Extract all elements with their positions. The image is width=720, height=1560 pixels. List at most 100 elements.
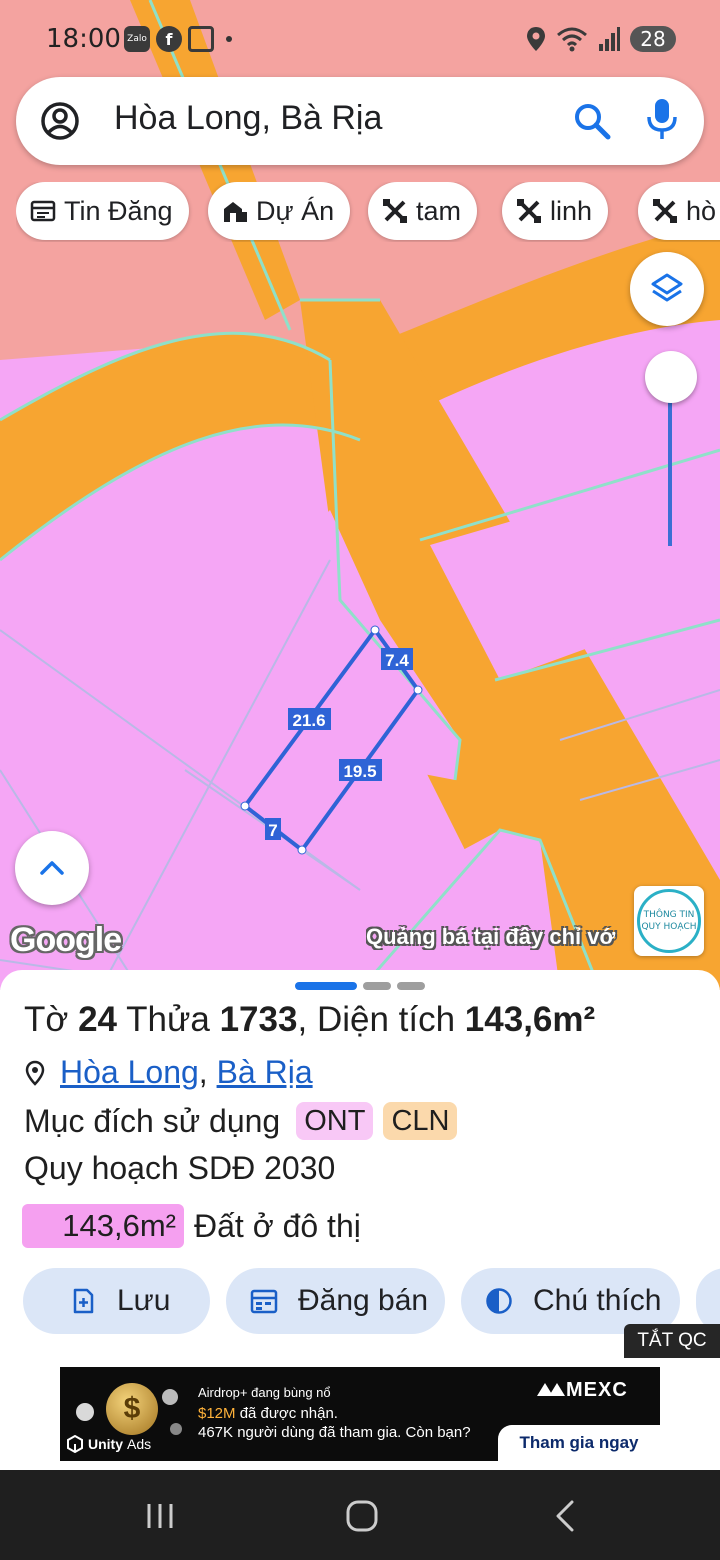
microphone-icon[interactable] <box>644 97 680 141</box>
pager-dot-active[interactable] <box>295 982 357 990</box>
chip-linh[interactable]: linh <box>502 182 609 240</box>
ad-headline: Airdrop+ đang bùng nổ <box>198 1385 331 1400</box>
svg-text:19.5: 19.5 <box>343 762 376 781</box>
unity-icon <box>67 1435 83 1453</box>
zoom-slider-track[interactable] <box>668 378 672 546</box>
chip-label: linh <box>550 195 593 226</box>
ad-highlight: $12M <box>198 1405 236 1422</box>
dimension-label-left: 21.6 <box>288 708 331 730</box>
badge-line1: THÔNG TIN <box>643 910 695 920</box>
location-icon <box>527 27 545 51</box>
bookmark-add-icon <box>73 1288 94 1314</box>
chevron-up-icon <box>40 861 64 875</box>
coin-icon: $ <box>106 1383 158 1435</box>
map-view[interactable]: 7.4 21.6 19.5 7 18:00 Zalo f 28 Hòa Long… <box>0 0 720 990</box>
home-button[interactable] <box>342 1498 382 1534</box>
notification-icons: Zalo f <box>124 26 232 52</box>
project-icon <box>224 202 247 222</box>
chip-du-an[interactable]: Dự Án <box>208 182 351 240</box>
sheet-label: Tờ <box>24 1000 69 1039</box>
planning-area-row: 143,6m² Đất ở đô thị <box>22 1204 361 1248</box>
plot-label: Thửa <box>126 1000 210 1039</box>
chip-tam[interactable]: tam <box>368 182 478 240</box>
expand-sheet-button[interactable] <box>15 831 89 905</box>
save-label: Lưu <box>117 1284 171 1317</box>
ad-banner[interactable]: $ Unity Ads Airdrop+ đang bùng nổ $12M đ… <box>60 1367 660 1461</box>
scan-icon <box>188 26 214 52</box>
area-value: 143,6m² <box>464 1000 596 1039</box>
tools-icon <box>653 199 677 223</box>
facebook-icon: f <box>156 26 182 52</box>
planning-area-pill: 143,6m² <box>22 1204 184 1248</box>
chip-label: Dự Án <box>256 195 335 226</box>
tools-icon <box>517 199 541 223</box>
location-separator: , <box>198 1054 208 1090</box>
system-icons: 28 <box>526 26 676 52</box>
svg-text:7: 7 <box>268 821 277 840</box>
search-input[interactable]: Hòa Long, Bà Rịa <box>114 99 382 138</box>
chip-label: hò <box>686 195 717 226</box>
location-pin-icon <box>25 1060 45 1086</box>
calendar-icon <box>250 1289 278 1314</box>
ad-subline-rest: đã được nhận. <box>235 1405 338 1422</box>
planning-area-type: Đất ở đô thị <box>194 1207 361 1244</box>
dimension-label-top: 7.4 <box>381 648 413 670</box>
pager-dot[interactable] <box>363 982 391 990</box>
chip-tin-dang[interactable]: Tin Đăng <box>16 182 189 240</box>
ad-subline: $12M đã được nhận. <box>198 1405 338 1422</box>
location-city-link[interactable]: Bà Rịa <box>217 1054 313 1091</box>
advertise-hint[interactable]: Quảng bá tại đây chỉ vớ <box>366 924 636 950</box>
ad-cta-button[interactable]: Tham gia ngay <box>498 1425 660 1461</box>
planning-info-logo: THÔNG TIN QUY HOẠCH <box>637 889 701 953</box>
ad-brand-name: MEXC <box>566 1379 628 1401</box>
post-sale-button[interactable]: Đăng bán <box>226 1268 445 1334</box>
ad-close-button[interactable]: TẮT QC <box>624 1324 720 1358</box>
location-ward-link[interactable]: Hòa Long <box>60 1054 199 1091</box>
purpose-label: Mục đích sử dụng <box>24 1102 281 1139</box>
chip-label: Tin Đăng <box>64 195 173 226</box>
listing-icon <box>30 200 56 222</box>
pager-dot[interactable] <box>397 982 425 990</box>
legend-label: Chú thích <box>533 1284 662 1317</box>
badge-line2: QUY HOẠCH <box>641 922 697 932</box>
land-use-tag-cln[interactable]: CLN <box>383 1102 458 1140</box>
ad-network-label: Unity Ads <box>66 1435 151 1453</box>
back-button[interactable] <box>545 1498 585 1534</box>
land-use-row: Mục đích sử dụng ONT CLN <box>24 1102 458 1140</box>
parcel-title: Tờ 24 Thửa 1733, Diện tích 143,6m² <box>24 1000 596 1039</box>
zalo-icon: Zalo <box>124 26 150 52</box>
mexc-logo-icon <box>537 1383 565 1396</box>
location-row: Hòa Long, Bà Rịa <box>24 1054 313 1091</box>
back-icon <box>556 1500 574 1532</box>
svg-text:7.4: 7.4 <box>385 651 409 670</box>
dimension-label-right: 19.5 <box>339 759 382 781</box>
search-icon[interactable] <box>572 101 612 141</box>
zoom-slider-thumb[interactable] <box>645 351 697 403</box>
action-buttons: Lưu Đăng bán Chú thích <box>0 1268 720 1334</box>
recent-apps-button[interactable] <box>140 1498 180 1534</box>
battery-indicator: 28 <box>630 26 676 52</box>
search-bar[interactable]: Hòa Long, Bà Rịa <box>16 77 704 165</box>
planning-info-button[interactable]: THÔNG TIN QUY HOẠCH <box>634 886 704 956</box>
chip-hoa[interactable]: hò <box>638 182 720 240</box>
sheet-number: 24 <box>78 1000 118 1039</box>
signal-icon <box>599 27 620 51</box>
recent-apps-icon <box>147 1504 173 1528</box>
save-button[interactable]: Lưu <box>23 1268 210 1334</box>
plot-number: 1733 <box>219 1000 298 1039</box>
ad-body: 467K người dùng đã tham gia. Còn bạn? <box>198 1424 471 1441</box>
google-logo: Google <box>10 921 122 959</box>
ad-brand-logo: MEXC <box>536 1379 628 1402</box>
land-use-tag-ont[interactable]: ONT <box>296 1102 374 1140</box>
ad-network-name: Unity <box>88 1436 123 1452</box>
chip-label: tam <box>416 195 462 226</box>
layers-button[interactable] <box>630 252 704 326</box>
account-icon[interactable] <box>40 101 80 141</box>
more-notifications-icon <box>226 36 232 42</box>
planning-title: Quy hoạch SDĐ 2030 <box>24 1150 336 1186</box>
contrast-icon <box>486 1288 512 1314</box>
sheet-pager[interactable] <box>295 982 425 990</box>
status-bar: 18:00 Zalo f 28 <box>0 0 720 78</box>
dimension-label-bottom: 7 <box>265 818 281 840</box>
home-icon <box>346 1500 378 1532</box>
